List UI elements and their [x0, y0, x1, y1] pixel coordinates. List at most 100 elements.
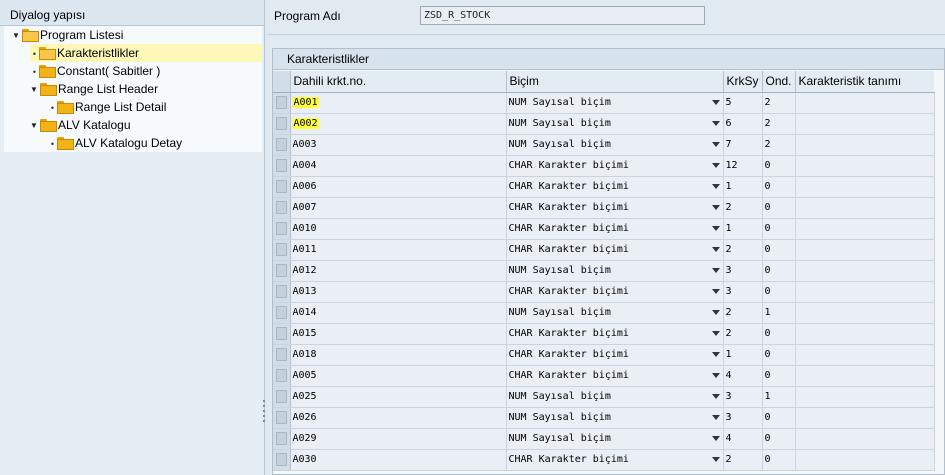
tree-node-alv-katalogu[interactable]: ▼ ALV Katalogu	[30, 116, 131, 134]
cell-description[interactable]	[795, 134, 935, 156]
row-selector[interactable]	[273, 365, 291, 387]
cell-ond[interactable]: 0	[762, 344, 796, 366]
cell-ond[interactable]: 0	[762, 449, 796, 471]
dropdown-arrow-icon[interactable]	[711, 309, 720, 315]
cell-description[interactable]	[795, 155, 935, 177]
cell-format-dropdown[interactable]: CHAR Karakter biçimi	[506, 449, 724, 471]
cell-code[interactable]: A015	[290, 323, 507, 345]
row-select-box[interactable]	[275, 243, 287, 256]
dropdown-arrow-icon[interactable]	[711, 162, 720, 168]
cell-format-dropdown[interactable]: CHAR Karakter biçimi	[506, 176, 724, 198]
row-selector[interactable]	[273, 344, 291, 366]
dropdown-arrow-icon[interactable]	[711, 204, 720, 210]
cell-krksy[interactable]: 6	[723, 113, 763, 135]
row-selector[interactable]	[273, 449, 291, 471]
cell-ond[interactable]: 0	[762, 155, 796, 177]
cell-format-dropdown[interactable]: CHAR Karakter biçimi	[506, 155, 724, 177]
tree-node-range-list-detail[interactable]: • Range List Detail	[48, 98, 166, 116]
cell-code[interactable]: A013	[290, 281, 507, 303]
cell-ond[interactable]: 0	[762, 428, 796, 450]
row-select-box[interactable]	[275, 285, 287, 298]
cell-description[interactable]	[795, 218, 935, 240]
cell-krksy[interactable]: 5	[723, 92, 763, 114]
row-selector[interactable]	[273, 260, 291, 282]
cell-krksy[interactable]: 2	[723, 197, 763, 219]
cell-krksy[interactable]: 2	[723, 323, 763, 345]
cell-description[interactable]	[795, 386, 935, 408]
row-selector[interactable]	[273, 302, 291, 324]
cell-format-dropdown[interactable]: CHAR Karakter biçimi	[506, 323, 724, 345]
cell-code[interactable]: A018	[290, 344, 507, 366]
cell-ond[interactable]: 0	[762, 197, 796, 219]
dropdown-arrow-icon[interactable]	[711, 183, 720, 189]
row-select-box[interactable]	[275, 348, 287, 361]
dropdown-arrow-icon[interactable]	[711, 372, 720, 378]
cell-format-dropdown[interactable]: NUM Sayısal biçim	[506, 113, 724, 135]
cell-code[interactable]: A014	[290, 302, 507, 324]
row-select-box[interactable]	[275, 453, 287, 466]
row-selector[interactable]	[273, 92, 291, 114]
column-header-format[interactable]: Biçim	[506, 71, 724, 93]
cell-description[interactable]	[795, 344, 935, 366]
dropdown-arrow-icon[interactable]	[711, 267, 720, 273]
cell-description[interactable]	[795, 302, 935, 324]
cell-krksy[interactable]: 4	[723, 428, 763, 450]
cell-ond[interactable]: 0	[762, 323, 796, 345]
row-selector[interactable]	[273, 113, 291, 135]
row-selector[interactable]	[273, 197, 291, 219]
row-selector[interactable]	[273, 155, 291, 177]
cell-format-dropdown[interactable]: CHAR Karakter biçimi	[506, 344, 724, 366]
cell-format-dropdown[interactable]: CHAR Karakter biçimi	[506, 239, 724, 261]
cell-description[interactable]	[795, 260, 935, 282]
cell-ond[interactable]: 2	[762, 92, 796, 114]
row-selector[interactable]	[273, 134, 291, 156]
dropdown-arrow-icon[interactable]	[711, 225, 720, 231]
cell-krksy[interactable]: 1	[723, 218, 763, 240]
cell-code[interactable]: A029	[290, 428, 507, 450]
row-select-box[interactable]	[275, 411, 287, 424]
row-select-box[interactable]	[275, 180, 287, 193]
pane-splitter-handle[interactable]	[262, 400, 265, 430]
row-select-box[interactable]	[275, 222, 287, 235]
row-selector[interactable]	[273, 239, 291, 261]
cell-format-dropdown[interactable]: NUM Sayısal biçim	[506, 134, 724, 156]
row-select-box[interactable]	[275, 138, 287, 151]
cell-code[interactable]: A025	[290, 386, 507, 408]
cell-ond[interactable]: 0	[762, 281, 796, 303]
cell-description[interactable]	[795, 92, 935, 114]
row-select-box[interactable]	[275, 390, 287, 403]
row-selector[interactable]	[273, 281, 291, 303]
cell-format-dropdown[interactable]: CHAR Karakter biçimi	[506, 218, 724, 240]
cell-code[interactable]: A002	[290, 113, 507, 135]
cell-format-dropdown[interactable]: NUM Sayısal biçim	[506, 386, 724, 408]
cell-krksy[interactable]: 3	[723, 260, 763, 282]
row-select-box[interactable]	[275, 369, 287, 382]
cell-krksy[interactable]: 7	[723, 134, 763, 156]
cell-description[interactable]	[795, 323, 935, 345]
cell-krksy[interactable]: 2	[723, 449, 763, 471]
cell-krksy[interactable]: 2	[723, 239, 763, 261]
expand-arrow-icon[interactable]: ▼	[30, 81, 40, 99]
column-header-krksy[interactable]: KrkSy	[723, 71, 763, 93]
cell-krksy[interactable]: 1	[723, 344, 763, 366]
cell-code[interactable]: A007	[290, 197, 507, 219]
row-selector[interactable]	[273, 386, 291, 408]
cell-code[interactable]: A026	[290, 407, 507, 429]
cell-krksy[interactable]: 3	[723, 407, 763, 429]
cell-code[interactable]: A011	[290, 239, 507, 261]
cell-code[interactable]: A003	[290, 134, 507, 156]
dropdown-arrow-icon[interactable]	[711, 288, 720, 294]
row-select-box[interactable]	[275, 306, 287, 319]
cell-format-dropdown[interactable]: NUM Sayısal biçim	[506, 260, 724, 282]
cell-krksy[interactable]: 3	[723, 386, 763, 408]
cell-code[interactable]: A012	[290, 260, 507, 282]
cell-code[interactable]: A010	[290, 218, 507, 240]
cell-ond[interactable]: 0	[762, 218, 796, 240]
cell-description[interactable]	[795, 176, 935, 198]
cell-description[interactable]	[795, 239, 935, 261]
row-selector[interactable]	[273, 407, 291, 429]
cell-krksy[interactable]: 3	[723, 281, 763, 303]
cell-code[interactable]: A004	[290, 155, 507, 177]
expand-arrow-icon[interactable]: ▼	[30, 117, 40, 135]
dropdown-arrow-icon[interactable]	[711, 99, 720, 105]
